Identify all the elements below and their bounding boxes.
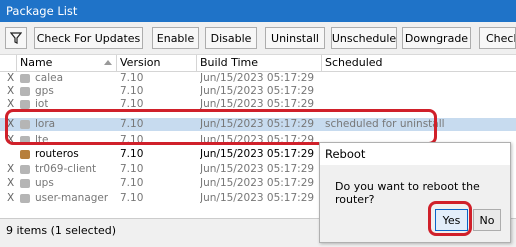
disabled-flag: X	[7, 177, 15, 189]
table-row[interactable]: X calea 7.10 Jun/15/2023 05:17:29	[0, 72, 516, 85]
reboot-dialog: Reboot Do you want to reboot the router?…	[319, 142, 511, 243]
disable-button[interactable]: Disable	[205, 27, 257, 49]
disabled-flag: X	[7, 163, 15, 175]
table-header: Name Version Build Time Scheduled	[0, 55, 516, 72]
package-version: 7.10	[120, 148, 144, 160]
package-name: calea	[35, 72, 64, 84]
uninstall-button[interactable]: Uninstall	[265, 27, 325, 49]
table-row[interactable]: X gps 7.10 Jun/15/2023 05:17:29	[0, 85, 516, 98]
package-build-time: Jun/15/2023 05:17:29	[200, 72, 315, 84]
filter-icon	[10, 32, 22, 44]
package-build-time: Jun/15/2023 05:17:29	[200, 192, 315, 204]
disabled-flag	[7, 148, 15, 161]
package-version: 7.10	[120, 192, 144, 204]
dialog-titlebar: Reboot	[320, 143, 510, 165]
package-name: ups	[35, 177, 54, 189]
filter-button[interactable]	[5, 27, 27, 49]
scheduled-column-header[interactable]: Scheduled	[322, 55, 516, 71]
package-version: 7.10	[120, 177, 144, 189]
package-icon	[20, 179, 30, 188]
check-installation-button[interactable]: Check	[479, 27, 516, 49]
flag-column-header[interactable]	[0, 55, 17, 71]
package-icon	[20, 150, 30, 159]
package-version: 7.10	[120, 72, 144, 84]
package-icon	[20, 165, 30, 174]
selected-row-highlight	[5, 109, 437, 145]
package-icon	[20, 194, 30, 203]
unschedule-button[interactable]: Unschedule	[331, 27, 397, 49]
yes-button-highlight	[428, 201, 472, 236]
dialog-title: Reboot	[325, 147, 366, 161]
build-time-column-header[interactable]: Build Time	[197, 55, 322, 71]
disabled-flag: X	[7, 72, 15, 84]
package-name: user-manager	[35, 192, 109, 204]
toolbar: Check For Updates Enable Disable Uninsta…	[0, 22, 516, 55]
package-name: tr069-client	[35, 163, 97, 175]
package-name: routeros	[35, 148, 79, 160]
package-version: 7.10	[120, 85, 144, 97]
disabled-flag: X	[7, 192, 15, 204]
package-icon	[20, 87, 30, 96]
package-build-time: Jun/15/2023 05:17:29	[200, 85, 315, 97]
status-text: 9 items (1 selected)	[6, 224, 117, 237]
window-title: Package List	[6, 4, 78, 18]
package-build-time: Jun/15/2023 05:17:29	[200, 177, 315, 189]
name-column-header[interactable]: Name	[17, 55, 117, 71]
package-build-time: Jun/15/2023 05:17:29	[200, 148, 315, 160]
package-build-time: Jun/15/2023 05:17:29	[200, 163, 315, 175]
package-version: 7.10	[120, 163, 144, 175]
downgrade-button[interactable]: Downgrade	[402, 27, 471, 49]
package-icon	[20, 74, 30, 83]
package-icon	[20, 100, 30, 109]
no-button[interactable]: No	[473, 209, 501, 231]
sort-arrow-icon	[104, 60, 112, 65]
check-for-updates-button[interactable]: Check For Updates	[34, 27, 143, 49]
enable-button[interactable]: Enable	[152, 27, 199, 49]
window-titlebar: Package List	[0, 0, 516, 22]
disabled-flag: X	[7, 85, 15, 97]
dialog-message: Do you want to reboot the router?	[335, 180, 480, 206]
version-column-header[interactable]: Version	[117, 55, 197, 71]
package-name: gps	[35, 85, 54, 97]
name-column-label: Name	[20, 56, 53, 69]
